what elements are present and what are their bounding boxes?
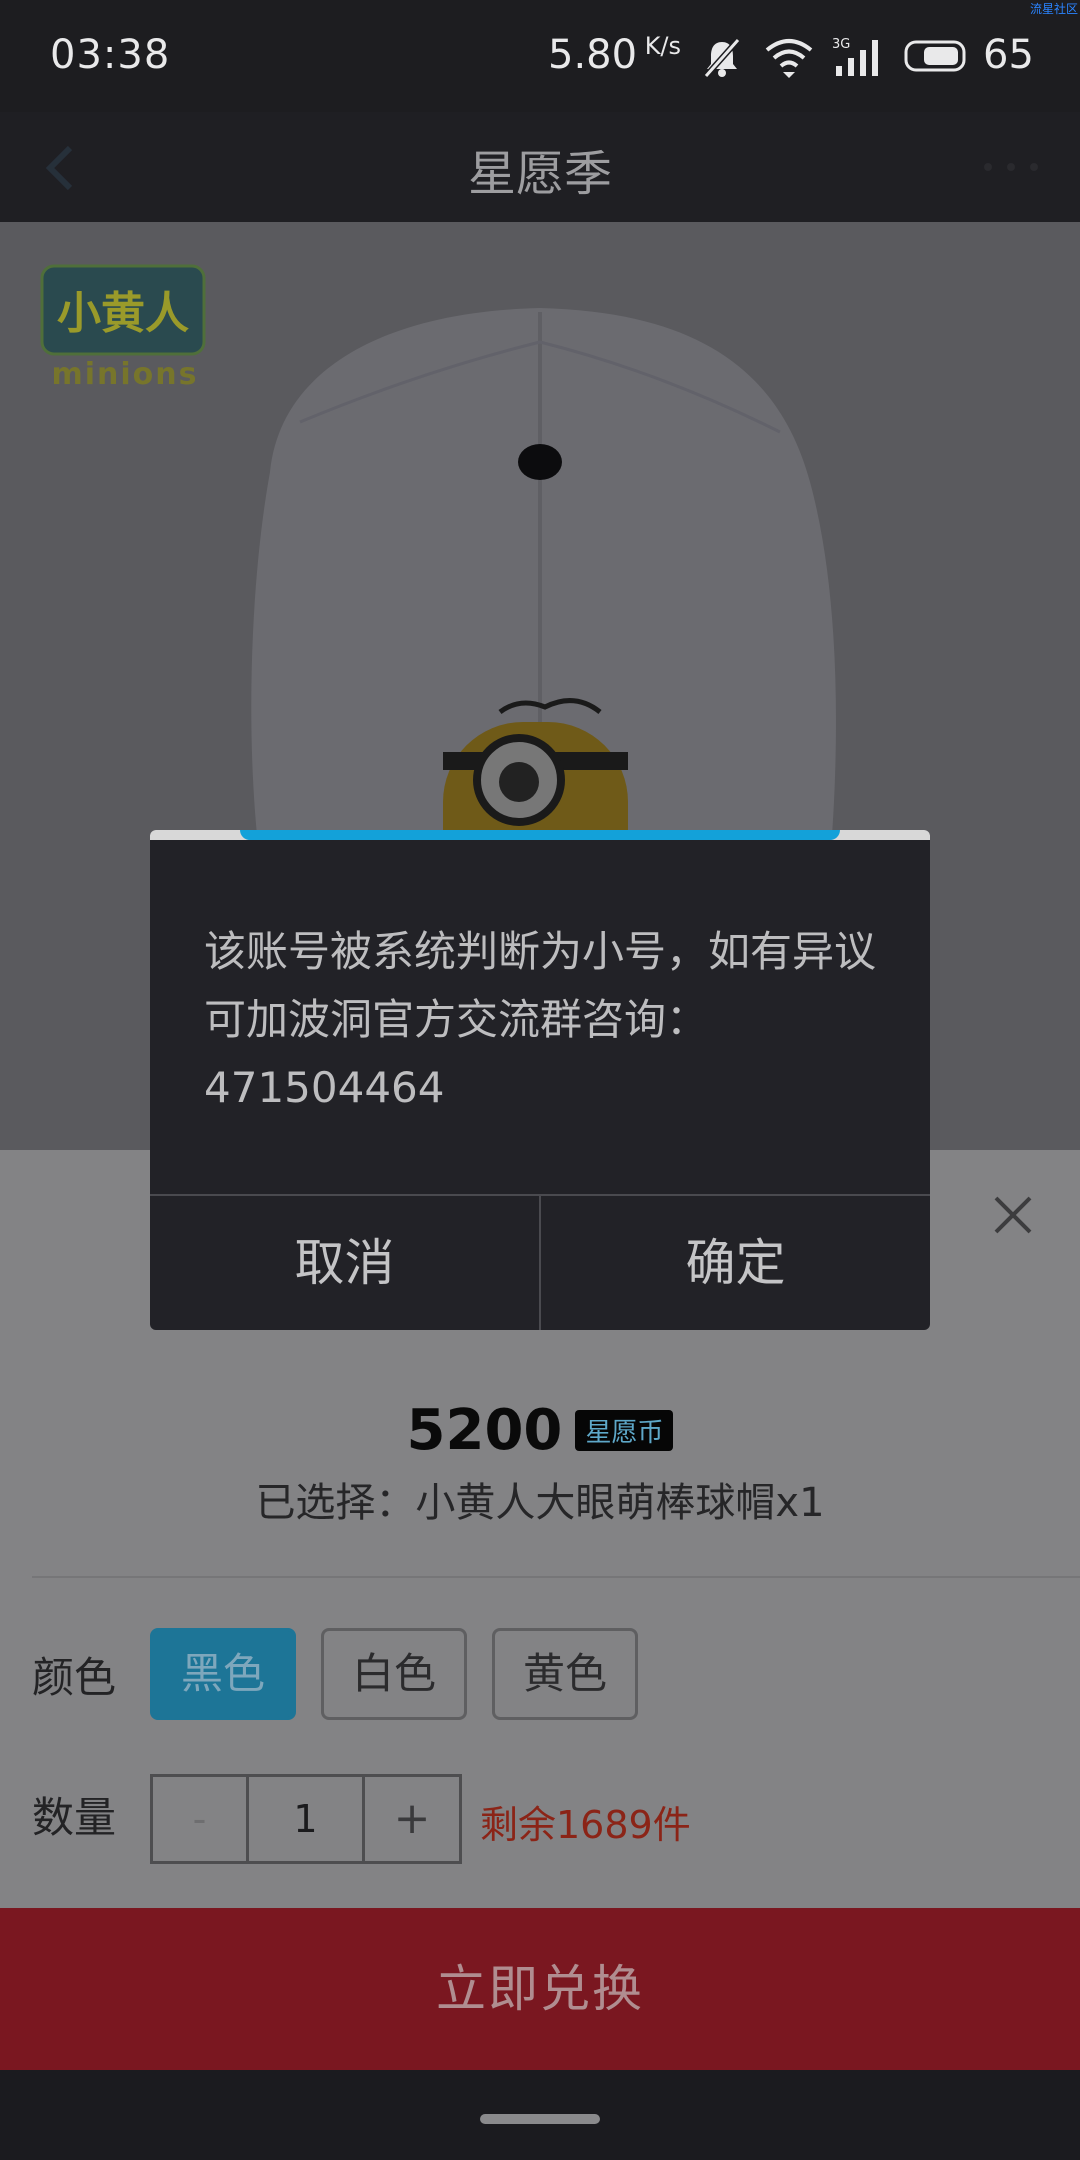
color-option-yellow[interactable]: 黄色 — [492, 1628, 638, 1720]
cancel-button[interactable]: 取消 — [150, 1196, 539, 1330]
network-speed: 5.80 K/s — [548, 32, 682, 78]
dialog-message: 该账号被系统判断为小号，如有异议可加波洞官方交流群咨询：471504464 — [204, 927, 877, 1112]
decrement-button[interactable]: - — [153, 1777, 249, 1861]
status-time: 03:38 — [50, 32, 171, 78]
system-nav-bar — [0, 2070, 1080, 2160]
battery-icon — [904, 40, 966, 72]
redeem-now-button[interactable]: 立即兑换 — [0, 1908, 1080, 2070]
quantity-input[interactable]: 1 — [249, 1777, 365, 1861]
status-bar: 流星社区 03:38 5.80 K/s 3G 65 — [0, 0, 1080, 112]
cellular-3g-icon: 3G — [832, 37, 878, 76]
color-option-white[interactable]: 白色 — [321, 1628, 467, 1720]
watermark-text: 流星社区 — [1029, 2, 1078, 16]
page-title: 星愿季 — [467, 146, 612, 202]
home-indicator[interactable] — [480, 2114, 600, 2124]
more-icon[interactable] — [976, 152, 1046, 182]
selected-summary: 已选择：小黄人大眼萌棒球帽x1 — [255, 1480, 825, 1526]
navigation-bar: 星愿季 — [0, 112, 1080, 222]
bell-muted-icon — [703, 38, 741, 78]
close-icon[interactable] — [988, 1190, 1038, 1240]
confirm-button[interactable]: 确定 — [541, 1196, 930, 1330]
increment-button[interactable]: + — [365, 1777, 459, 1861]
price-value: 5200 — [406, 1398, 563, 1463]
quantity-stepper: - 1 + — [150, 1774, 462, 1864]
battery-level: 65 — [983, 32, 1034, 78]
color-option-black[interactable]: 黑色 — [150, 1628, 296, 1720]
wifi-icon — [765, 39, 813, 78]
stock-remaining: 剩余1689件 — [480, 1803, 691, 1847]
network-speed-value: 5.80 — [548, 32, 638, 78]
price-row: 5200 星愿币 — [0, 1398, 1080, 1463]
divider — [32, 1576, 1080, 1578]
alert-dialog: 该账号被系统判断为小号，如有异议可加波洞官方交流群咨询：471504464 取消… — [150, 830, 930, 1330]
currency-badge: 星愿币 — [575, 1410, 674, 1451]
network-type-label: 3G — [832, 37, 850, 52]
quantity-label: 数量 — [32, 1793, 117, 1842]
dialog-accent-bar — [240, 830, 840, 840]
color-label: 颜色 — [32, 1653, 117, 1702]
